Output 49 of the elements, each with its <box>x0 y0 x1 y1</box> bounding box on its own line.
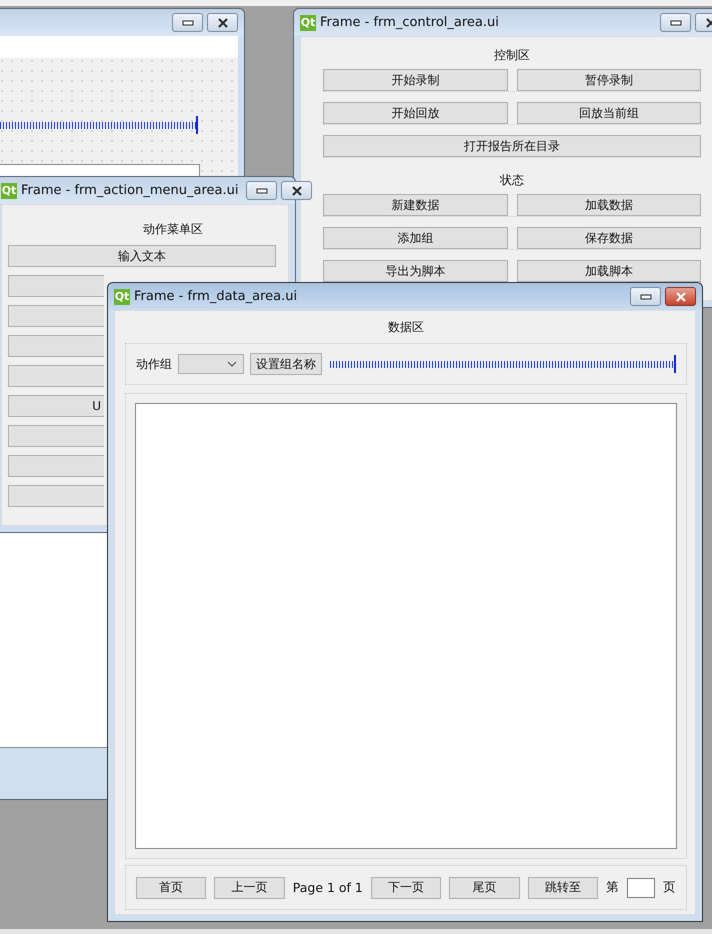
minimize-icon <box>670 20 682 26</box>
close-button[interactable] <box>207 13 238 32</box>
action-button[interactable]: 添加组 <box>323 227 508 249</box>
qt-logo: Qt <box>300 14 316 30</box>
minimize-button[interactable] <box>630 287 661 306</box>
section-heading: 控制区 <box>493 47 531 64</box>
window-title: Frame - frm_action_menu_area.ui <box>21 183 238 198</box>
close-icon <box>674 292 686 302</box>
action-button[interactable]: 开始录制 <box>323 69 508 91</box>
window-title: Frame - frm_control_area.ui <box>320 15 499 30</box>
action-button[interactable]: 导出为脚本 <box>323 260 508 282</box>
close-button[interactable] <box>281 181 312 200</box>
pager-label: Page 1 of 1 <box>292 880 363 895</box>
section-heading: 状态 <box>499 172 525 189</box>
action-button[interactable]: 开始回放 <box>323 102 508 124</box>
group-label: 动作组 <box>136 356 172 372</box>
action-button[interactable]: 加载数据 <box>516 194 701 216</box>
close-icon <box>290 186 303 196</box>
minimize-button[interactable] <box>246 181 278 200</box>
pager-button[interactable]: 跳转至 <box>528 876 598 898</box>
window-title: Frame - frm_data_area.ui <box>134 289 298 304</box>
pager-button[interactable]: 下一页 <box>370 876 442 898</box>
pager-label: 页 <box>663 879 676 896</box>
minimize-icon <box>182 20 194 26</box>
chevron-down-icon <box>227 361 237 367</box>
section-heading: 动作菜单区 <box>142 221 204 238</box>
action-button[interactable]: 回放当前组 <box>516 102 701 124</box>
qt-logo: Qt <box>114 288 130 304</box>
close-icon <box>216 18 228 28</box>
rename-group-button[interactable]: 设置组名称 <box>250 353 322 375</box>
minimize-icon <box>256 188 268 194</box>
menu-button[interactable]: 输入文本 <box>8 245 276 267</box>
menu-button[interactable]: U <box>8 395 104 417</box>
page-number-field[interactable] <box>627 878 656 898</box>
pager-label: 第 <box>606 879 620 896</box>
section-heading: 数据区 <box>387 319 425 336</box>
action-button[interactable]: 新建数据 <box>323 194 508 216</box>
minimize-button[interactable] <box>660 13 691 32</box>
pager-button[interactable]: 上一页 <box>214 876 285 898</box>
minimize-icon <box>640 294 652 300</box>
close-button[interactable] <box>665 287 696 306</box>
pager-button[interactable]: 尾页 <box>449 876 520 898</box>
action-button[interactable]: 加载脚本 <box>516 260 701 282</box>
minimize-button[interactable] <box>172 13 203 32</box>
action-button[interactable]: 暂停录制 <box>516 69 701 91</box>
action-button[interactable]: 保存数据 <box>516 227 701 249</box>
qt-logo: Qt <box>1 182 17 198</box>
action-button[interactable]: 打开报告所在目录 <box>323 135 701 157</box>
pager-button[interactable]: 首页 <box>136 876 206 898</box>
